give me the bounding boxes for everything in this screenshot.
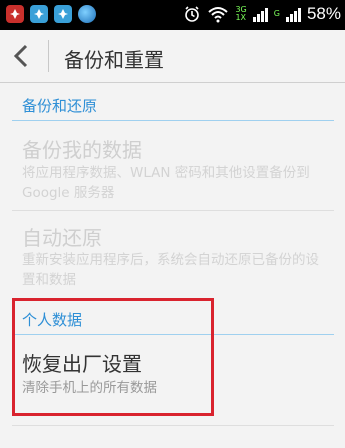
item-subtitle: 重新安装应用程序后，系统会自动还原已备份的设置和数据 <box>22 252 319 288</box>
network-g-label: G <box>273 9 280 18</box>
system-icons: 3G 1X G 58% <box>183 4 341 24</box>
item-title: 备份我的数据 <box>22 138 142 162</box>
page-title: 备份和重置 <box>64 48 164 72</box>
browser-icon <box>78 5 96 23</box>
alarm-icon <box>185 6 200 22</box>
item-divider <box>12 425 334 426</box>
app-notification-icon <box>54 5 72 23</box>
item-title: 自动还原 <box>22 226 102 250</box>
notification-icons <box>6 5 96 23</box>
status-bar: 3G 1X G 58% <box>0 0 345 30</box>
wifi-icon <box>208 7 229 23</box>
app-notification-icon <box>6 5 24 23</box>
signal-strength-icon <box>252 6 268 22</box>
section-header-backup: 备份和还原 <box>22 97 98 115</box>
battery-percent: 58% <box>306 4 341 23</box>
item-subtitle: 将应用程序数据、WLAN 密码和其他设置备份到 Google 服务器 <box>22 165 310 201</box>
section-divider <box>12 120 334 121</box>
app-notification-icon <box>30 5 48 23</box>
highlight-box <box>12 298 214 416</box>
back-button[interactable] <box>6 40 40 72</box>
action-bar: 备份和重置 <box>0 30 345 83</box>
chevron-left-icon <box>13 44 28 68</box>
network-type-label: 3G 1X <box>235 5 247 22</box>
action-bar-divider <box>48 40 49 72</box>
item-divider <box>12 210 334 211</box>
signal-strength-icon-2 <box>285 6 301 22</box>
